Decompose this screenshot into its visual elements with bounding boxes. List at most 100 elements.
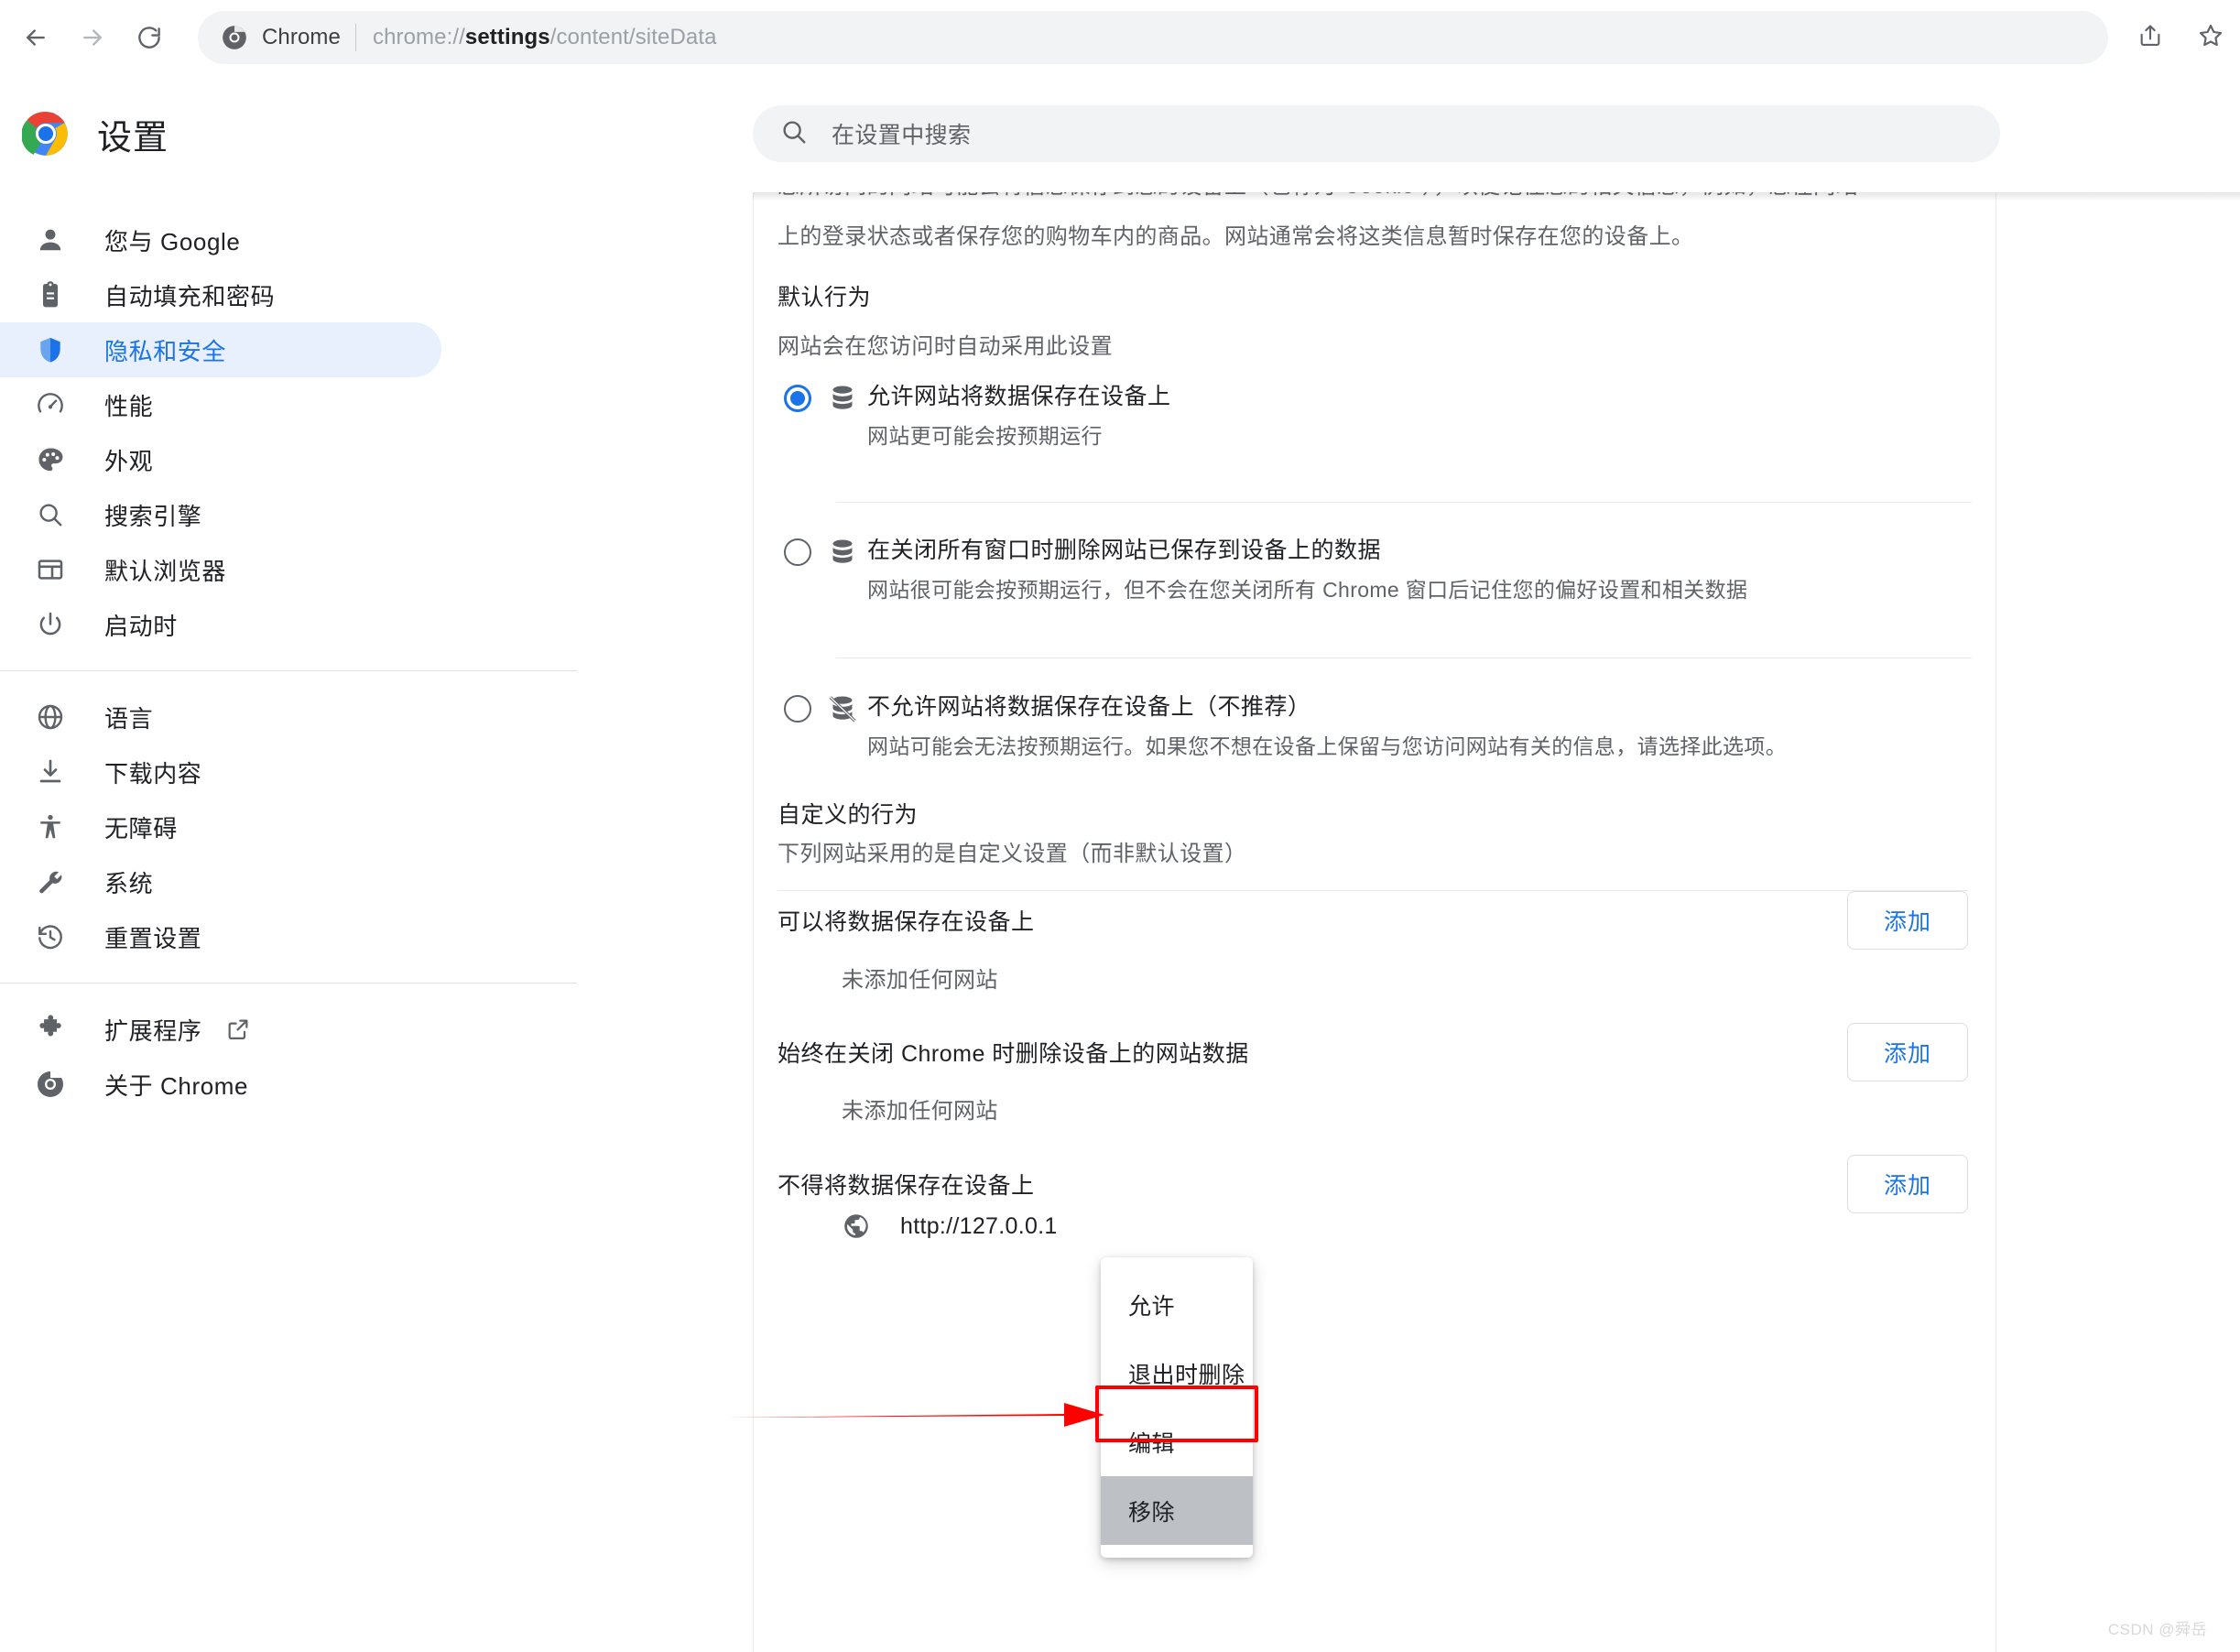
radio-option-text: 允许网站将数据保存在设备上 网站更可能会按预期运行: [867, 379, 1968, 452]
sidebar-item-label: 隐私和安全: [104, 337, 227, 365]
sidebar-item-about-chrome[interactable]: 关于 Chrome: [0, 1057, 441, 1112]
site-context-menu: 允许 退出时删除 编辑 移除: [1101, 1257, 1253, 1558]
arrow-left-icon: [22, 24, 49, 51]
context-menu-item-delete-on-quit[interactable]: 退出时删除: [1101, 1339, 1253, 1407]
radio-control[interactable]: [777, 533, 818, 566]
puzzle-icon: [33, 1012, 68, 1047]
search-icon: [33, 497, 68, 532]
sidebar-item-label: 无障碍: [104, 814, 178, 842]
sidebar-item-label: 外观: [104, 447, 154, 475]
custom-behavior-subtitle: 下列网站采用的是自定义设置（而非默认设置）: [777, 842, 1247, 866]
speed-icon: [33, 387, 68, 422]
wrench-icon: [33, 864, 68, 899]
sidebar-item-languages[interactable]: 语言: [0, 690, 441, 744]
forward-button[interactable]: [64, 9, 121, 66]
browser-icon: [33, 552, 68, 587]
radio-button-selected[interactable]: [784, 385, 811, 412]
sidebar-item-reset-settings[interactable]: 重置设置: [0, 909, 441, 964]
reload-button[interactable]: [121, 9, 178, 66]
chrome-logo-icon: [33, 1067, 68, 1102]
sidebar-item-performance[interactable]: 性能: [0, 377, 441, 432]
sidebar-item-label: 性能: [104, 392, 154, 420]
add-button-delete-on-quit[interactable]: 添加: [1847, 1023, 1968, 1081]
radio-control[interactable]: [777, 690, 818, 723]
empty-state-allow: 未添加任何网站: [842, 968, 998, 993]
radio-button[interactable]: [784, 695, 811, 723]
context-menu-item-allow[interactable]: 允许: [1101, 1270, 1253, 1339]
radio-button[interactable]: [784, 538, 811, 566]
radio-option-label: 允许网站将数据保存在设备上: [867, 384, 1171, 409]
address-bar[interactable]: Chrome chrome://settings/content/siteDat…: [198, 11, 2108, 64]
sidebar-item-system[interactable]: 系统: [0, 854, 441, 909]
accessibility-icon: [33, 810, 68, 844]
radio-option-allow-sites-save-data[interactable]: 允许网站将数据保存在设备上 网站更可能会按预期运行: [777, 379, 1968, 452]
sidebar-item-label: 系统: [104, 869, 154, 897]
add-button-block[interactable]: 添加: [1847, 1155, 1968, 1213]
settings-search-box[interactable]: 在设置中搜索: [753, 105, 2000, 162]
database-off-icon: [818, 690, 867, 724]
reload-icon: [136, 24, 163, 51]
url-suffix: /content/siteData: [549, 25, 717, 49]
sidebar-item-extensions[interactable]: 扩展程序: [0, 1002, 441, 1057]
radio-option-dont-allow-save-data[interactable]: 不允许网站将数据保存在设备上（不推荐） 网站可能会无法按预期运行。如果您不想在设…: [777, 690, 1968, 763]
radio-dot: [790, 391, 805, 406]
star-icon: [2197, 22, 2224, 54]
empty-state-delete-on-quit: 未添加任何网站: [842, 1099, 998, 1124]
sidebar-item-you-and-google[interactable]: 您与 Google: [0, 212, 441, 267]
settings-header: 设置 在设置中搜索: [0, 75, 2240, 192]
sidebar-item-privacy-security[interactable]: 隐私和安全: [0, 322, 441, 377]
globe-icon: [842, 1212, 871, 1241]
intro-paragraph: 上的登录状态或者保存您的购物车内的商品。网站通常会将这类信息暂时保存在您的设备上…: [777, 224, 1694, 249]
search-icon: [780, 118, 808, 150]
settings-search-input[interactable]: 在设置中搜索: [832, 117, 971, 150]
sidebar-item-on-startup[interactable]: 启动时: [0, 597, 441, 652]
custom-group-delete-on-quit: 始终在关闭 Chrome 时删除设备上的网站数据 添加: [777, 1011, 1968, 1093]
radio-option-text: 在关闭所有窗口时删除网站已保存到设备上的数据 网站很可能会按预期运行，但不会在您…: [867, 533, 1968, 606]
omnibox-scheme-label: Chrome: [262, 25, 341, 49]
sidebar-item-label: 启动时: [104, 612, 178, 640]
site-url: http://127.0.0.1: [900, 1212, 1058, 1239]
omnibox-url: chrome://settings/content/siteData: [373, 25, 717, 50]
url-prefix: chrome://: [372, 25, 465, 49]
external-link-icon: [225, 1016, 251, 1042]
sidebar-item-autofill-passwords[interactable]: 自动填充和密码: [0, 267, 441, 322]
context-menu-item-remove[interactable]: 移除: [1101, 1476, 1253, 1545]
history-icon: [33, 919, 68, 954]
database-icon: [818, 379, 867, 414]
radio-option-label: 在关闭所有窗口时删除网站已保存到设备上的数据: [867, 538, 1382, 563]
share-button[interactable]: [2125, 12, 2176, 63]
sidebar-divider: [0, 670, 577, 671]
person-icon: [33, 223, 68, 257]
sidebar-item-default-browser[interactable]: 默认浏览器: [0, 542, 441, 597]
back-button[interactable]: [7, 9, 64, 66]
sidebar-item-appearance[interactable]: 外观: [0, 432, 441, 487]
sidebar-item-label: 关于 Chrome: [104, 1071, 249, 1100]
context-menu-item-edit[interactable]: 编辑: [1101, 1407, 1253, 1476]
radio-option-description: 网站很可能会按预期运行，但不会在您关闭所有 Chrome 窗口后记住您的偏好设置…: [867, 578, 1748, 602]
database-icon: [818, 533, 867, 568]
custom-group-label: 可以将数据保存在设备上: [777, 909, 1035, 935]
sidebar-item-search-engine[interactable]: 搜索引擎: [0, 487, 441, 542]
sidebar-item-label: 重置设置: [104, 924, 202, 952]
clipboard-icon: [33, 277, 68, 312]
intro-clipped-text: 您所访问的网站可能会将信息保存到您的设备上（也称为“Cookie”），以便记住您…: [777, 192, 1968, 205]
custom-group-allow: 可以将数据保存在设备上 添加: [777, 879, 1968, 962]
default-behavior-title: 默认行为: [777, 285, 872, 310]
bookmark-button[interactable]: [2185, 12, 2236, 63]
site-list-item[interactable]: http://127.0.0.1: [842, 1212, 1058, 1241]
settings-sidebar: 您与 Google 自动填充和密码 隐私和安全 性能 外观 搜索引擎 默认浏览器…: [0, 192, 753, 1652]
radio-option-delete-on-close-windows[interactable]: 在关闭所有窗口时删除网站已保存到设备上的数据 网站很可能会按预期运行，但不会在您…: [777, 533, 1968, 606]
page-title: 设置: [97, 118, 169, 158]
palette-icon: [33, 442, 68, 477]
sidebar-item-accessibility[interactable]: 无障碍: [0, 799, 441, 854]
add-button-allow[interactable]: 添加: [1847, 891, 1968, 950]
sidebar-item-label: 语言: [104, 704, 154, 733]
radio-option-text: 不允许网站将数据保存在设备上（不推荐） 网站可能会无法按预期运行。如果您不想在设…: [867, 690, 1968, 763]
sidebar-item-downloads[interactable]: 下载内容: [0, 744, 441, 799]
custom-behavior-title: 自定义的行为: [777, 802, 919, 828]
custom-group-label: 始终在关闭 Chrome 时删除设备上的网站数据: [777, 1041, 1249, 1067]
radio-control[interactable]: [777, 379, 818, 412]
option-divider: [836, 502, 1972, 503]
shield-icon: [33, 332, 68, 367]
share-icon: [2137, 23, 2163, 53]
